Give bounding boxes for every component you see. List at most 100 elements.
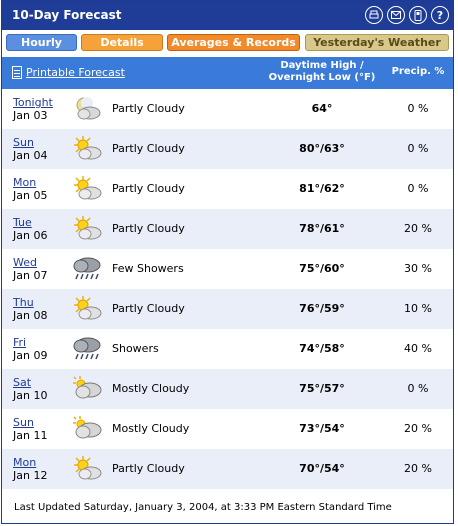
day-link[interactable]: Tue xyxy=(13,216,47,229)
precip-value: 0 % xyxy=(407,102,429,115)
day-link[interactable]: Wed xyxy=(13,256,47,269)
tab-hourly[interactable]: Hourly xyxy=(6,34,77,51)
phone-icon[interactable] xyxy=(409,6,427,24)
table-row: Thu Jan 08 Partly Cloudy 76°/59° 10 % xyxy=(2,289,453,329)
day-link[interactable]: Mon xyxy=(13,176,47,189)
tab-averages-records[interactable]: Averages & Records xyxy=(167,34,300,51)
precip-value: 30 % xyxy=(404,262,432,275)
condition-label: Mostly Cloudy xyxy=(112,382,190,395)
email-icon[interactable] xyxy=(387,6,405,24)
day-link[interactable]: Sun xyxy=(13,416,47,429)
temperature-value: 74°/58° xyxy=(299,342,345,355)
titlebar-icons: ? xyxy=(365,6,449,24)
condition-label: Few Showers xyxy=(112,262,184,275)
temperature-value: 81°/62° xyxy=(299,182,345,195)
tab-bar: Hourly Details Averages & Records Yester… xyxy=(2,31,453,55)
document-icon xyxy=(12,66,22,79)
date-label: Jan 09 xyxy=(13,349,48,362)
table-row: Sat Jan 10 Mostly Cloudy 75°/57° 0 % xyxy=(2,369,453,409)
table-row: Wed Jan 07 Few Showers 75°/60° 30 % xyxy=(2,249,453,289)
mostly-cloudy-icon xyxy=(72,415,102,443)
condition-label: Partly Cloudy xyxy=(112,102,185,115)
day-link[interactable]: Sat xyxy=(13,376,47,389)
day-cell: Sat Jan 10 xyxy=(13,376,47,402)
table-row: Sun Jan 11 Mostly Cloudy 73°/54° 20 % xyxy=(2,409,453,449)
printable-forecast-label[interactable]: Printable Forecast xyxy=(26,66,125,79)
day-cell: Wed Jan 07 xyxy=(13,256,47,282)
precip-value: 20 % xyxy=(404,462,432,475)
date-label: Jan 10 xyxy=(13,389,48,402)
help-icon[interactable]: ? xyxy=(431,6,449,24)
page-title: 10-Day Forecast xyxy=(12,8,122,22)
day-cell: Tonight Jan 03 xyxy=(13,96,53,122)
day-link[interactable]: Fri xyxy=(13,336,47,349)
date-label: Jan 11 xyxy=(13,429,48,442)
temperature-value: 70°/54° xyxy=(299,462,345,475)
rain-cloud-icon xyxy=(72,255,102,283)
precip-value: 40 % xyxy=(404,342,432,355)
date-label: Jan 12 xyxy=(13,469,48,482)
temperature-value: 64° xyxy=(311,102,333,115)
day-cell: Thu Jan 08 xyxy=(13,296,47,322)
precip-column-header: Precip. % xyxy=(391,66,445,77)
table-row: Tue Jan 06 Partly Cloudy 78°/61° 20 % xyxy=(2,209,453,249)
condition-label: Partly Cloudy xyxy=(112,182,185,195)
sun-cloud-icon xyxy=(72,455,102,483)
temperature-value: 78°/61° xyxy=(299,222,345,235)
day-link[interactable]: Tonight xyxy=(13,96,53,109)
precip-value: 0 % xyxy=(407,382,429,395)
temperature-value: 75°/57° xyxy=(299,382,345,395)
precip-value: 0 % xyxy=(407,142,429,155)
day-cell: Tue Jan 06 xyxy=(13,216,47,242)
day-link[interactable]: Mon xyxy=(13,456,47,469)
date-label: Jan 04 xyxy=(13,149,48,162)
sun-cloud-icon xyxy=(72,135,102,163)
temp-header-line2: Overnight Low (°F) xyxy=(268,72,376,83)
forecast-panel: 10-Day Forecast ? Hourly Details Average… xyxy=(1,0,454,524)
temp-header-line1: Daytime High / xyxy=(280,60,364,71)
table-row: Tonight Jan 03 Partly Cloudy 64° 0 % xyxy=(2,89,453,129)
condition-label: Partly Cloudy xyxy=(112,222,185,235)
table-row: Sun Jan 04 Partly Cloudy 80°/63° 0 % xyxy=(2,129,453,169)
tab-details[interactable]: Details xyxy=(81,34,163,51)
date-label: Jan 03 xyxy=(13,109,48,122)
tab-yesterdays-weather[interactable]: Yesterday's Weather xyxy=(305,34,449,51)
condition-label: Partly Cloudy xyxy=(112,142,185,155)
condition-label: Partly Cloudy xyxy=(112,462,185,475)
day-cell: Mon Jan 05 xyxy=(13,176,47,202)
day-cell: Fri Jan 09 xyxy=(13,336,47,362)
day-cell: Sun Jan 11 xyxy=(13,416,47,442)
sun-cloud-icon xyxy=(72,215,102,243)
precip-value: 20 % xyxy=(404,422,432,435)
table-header: Printable Forecast Daytime High / Overni… xyxy=(2,57,453,89)
date-label: Jan 07 xyxy=(13,269,48,282)
date-label: Jan 05 xyxy=(13,189,48,202)
precip-value: 10 % xyxy=(404,302,432,315)
mostly-cloudy-icon xyxy=(72,375,102,403)
day-link[interactable]: Thu xyxy=(13,296,47,309)
moon-cloud-icon xyxy=(72,95,102,123)
date-label: Jan 08 xyxy=(13,309,48,322)
day-cell: Sun Jan 04 xyxy=(13,136,47,162)
day-cell: Mon Jan 12 xyxy=(13,456,47,482)
temperature-value: 80°/63° xyxy=(299,142,345,155)
forecast-rows: Tonight Jan 03 Partly Cloudy 64° 0 % Sun Jan 0… xyxy=(2,89,453,489)
temperature-value: 75°/60° xyxy=(299,262,345,275)
temp-column-header: Daytime High / Overnight Low (°F) xyxy=(262,60,382,84)
condition-label: Mostly Cloudy xyxy=(112,422,190,435)
temperature-value: 73°/54° xyxy=(299,422,345,435)
print-icon[interactable] xyxy=(365,6,383,24)
table-row: Fri Jan 09 Showers 74°/58° 40 % xyxy=(2,329,453,369)
last-updated: Last Updated Saturday, January 3, 2004, … xyxy=(14,502,392,513)
titlebar: 10-Day Forecast ? xyxy=(2,1,453,30)
rain-cloud-icon xyxy=(72,335,102,363)
condition-label: Partly Cloudy xyxy=(112,302,185,315)
printable-forecast-link[interactable]: Printable Forecast xyxy=(12,66,125,79)
table-row: Mon Jan 12 Partly Cloudy 70°/54° 20 % xyxy=(2,449,453,489)
sun-cloud-icon xyxy=(72,175,102,203)
temperature-value: 76°/59° xyxy=(299,302,345,315)
date-label: Jan 06 xyxy=(13,229,48,242)
day-link[interactable]: Sun xyxy=(13,136,47,149)
condition-label: Showers xyxy=(112,342,159,355)
sun-cloud-icon xyxy=(72,295,102,323)
